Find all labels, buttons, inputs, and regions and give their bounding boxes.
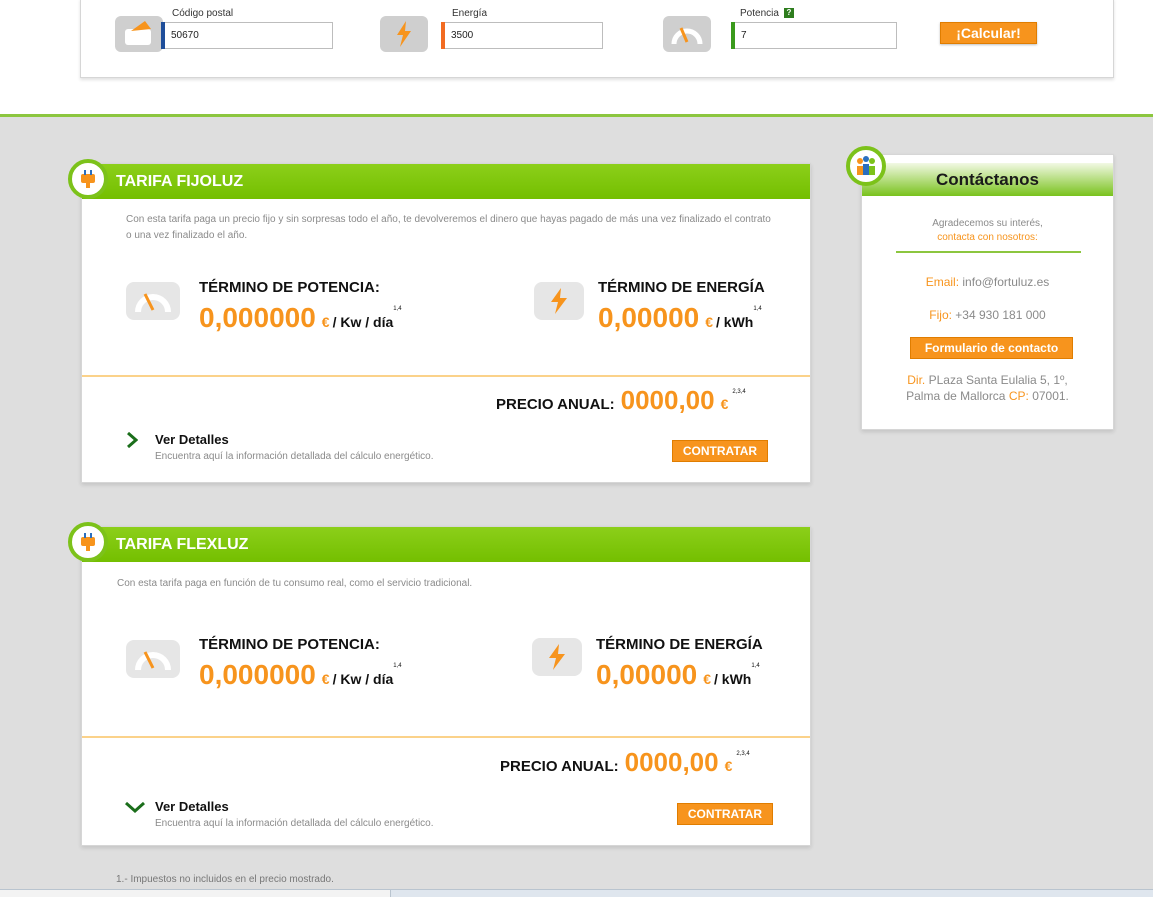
plug-icon bbox=[68, 522, 108, 562]
contact-form-button[interactable]: Formulario de contacto bbox=[910, 337, 1073, 359]
divider bbox=[896, 251, 1081, 253]
tariff-title: TARIFA FLEXLUZ bbox=[82, 527, 810, 562]
postal-color-bar bbox=[161, 22, 165, 49]
contact-city: Palma de Mallorca CP: 07001. bbox=[906, 389, 1069, 403]
contact-card: Contáctanos Agradecemos su interés, cont… bbox=[861, 154, 1114, 430]
lightning-icon bbox=[532, 638, 582, 676]
power-term-value: 0,000000 € / Kw / día1,4 bbox=[199, 302, 402, 333]
contact-phone: Fijo: +34 930 181 000 bbox=[929, 308, 1046, 322]
gauge-icon bbox=[126, 640, 180, 678]
browser-status-bar bbox=[0, 889, 1153, 897]
contact-title: Contáctanos bbox=[862, 163, 1113, 196]
calculate-button[interactable]: ¡Calcular! bbox=[940, 22, 1037, 44]
lightning-icon bbox=[534, 282, 584, 320]
power-term-title: TÉRMINO DE POTENCIA: bbox=[199, 279, 380, 296]
power-color-bar bbox=[731, 22, 735, 49]
footnote: 1.- Impuestos no incluidos en el precio … bbox=[116, 874, 334, 885]
power-input[interactable]: 7 bbox=[731, 22, 897, 49]
energy-term-value: 0,00000 € / kWh1,4 bbox=[596, 659, 760, 690]
tariff-description: Con esta tarifa paga un precio fijo y si… bbox=[126, 214, 771, 241]
tariff-title: TARIFA FIJOLUZ bbox=[82, 164, 810, 199]
divider bbox=[82, 736, 810, 738]
power-label: Potencia? bbox=[740, 8, 794, 19]
contact-thanks: Agradecemos su interés, bbox=[932, 218, 1043, 229]
postal-icon bbox=[115, 16, 163, 52]
gauge-icon bbox=[126, 282, 180, 320]
contract-button[interactable]: CONTRATAR bbox=[677, 803, 773, 825]
details-link[interactable]: Ver Detalles bbox=[155, 432, 229, 447]
gauge-icon bbox=[663, 16, 711, 52]
plug-icon bbox=[68, 159, 108, 199]
tariff-card-fijoluz: TARIFA FIJOLUZ Con esta tarifa paga un p… bbox=[81, 163, 811, 483]
details-subtitle: Encuentra aquí la información detallada … bbox=[155, 451, 434, 462]
energy-term-value: 0,00000 € / kWh1,4 bbox=[598, 302, 762, 333]
tariff-description: Con esta tarifa paga en función de tu co… bbox=[117, 578, 473, 589]
power-term-title: TÉRMINO DE POTENCIA: bbox=[199, 636, 380, 653]
chevron-down-icon[interactable] bbox=[124, 800, 146, 818]
help-icon[interactable]: ? bbox=[783, 8, 794, 18]
details-subtitle: Encuentra aquí la información detallada … bbox=[155, 818, 434, 829]
status-segment bbox=[0, 890, 391, 897]
annual-price: PRECIO ANUAL: 0000,00 €2,3,4 bbox=[500, 747, 750, 777]
calculator-panel: Código postal 50670 Energía 3500 Potenci… bbox=[80, 0, 1114, 78]
top-section: Código postal 50670 Energía 3500 Potenci… bbox=[0, 0, 1153, 117]
postal-label: Código postal bbox=[172, 8, 234, 19]
annual-price: PRECIO ANUAL: 0000,00 €2,3,4 bbox=[496, 385, 746, 415]
energy-color-bar bbox=[441, 22, 445, 49]
energy-input[interactable]: 3500 bbox=[441, 22, 603, 49]
contract-button[interactable]: CONTRATAR bbox=[672, 440, 768, 462]
contact-us-text: contacta con nosotros: bbox=[937, 232, 1038, 243]
contact-people-icon bbox=[846, 146, 886, 186]
contact-email: Email: info@fortuluz.es bbox=[925, 275, 1050, 289]
chevron-right-icon[interactable] bbox=[126, 431, 139, 453]
details-link[interactable]: Ver Detalles bbox=[155, 799, 229, 814]
divider bbox=[82, 375, 810, 377]
contact-address: Dir. PLaza Santa Eulalia 5, 1º, bbox=[907, 373, 1068, 387]
tariff-card-flexluz: TARIFA FLEXLUZ Con esta tarifa paga en f… bbox=[81, 526, 811, 846]
energy-label: Energía bbox=[452, 8, 488, 19]
energy-term-title: TÉRMINO DE ENERGÍA bbox=[598, 279, 765, 296]
power-term-value: 0,000000 € / Kw / día1,4 bbox=[199, 659, 402, 690]
energy-term-title: TÉRMINO DE ENERGÍA bbox=[596, 636, 763, 653]
lightning-icon bbox=[380, 16, 428, 52]
email-link[interactable]: info@fortuluz.es bbox=[962, 275, 1049, 289]
postal-input[interactable]: 50670 bbox=[161, 22, 333, 49]
